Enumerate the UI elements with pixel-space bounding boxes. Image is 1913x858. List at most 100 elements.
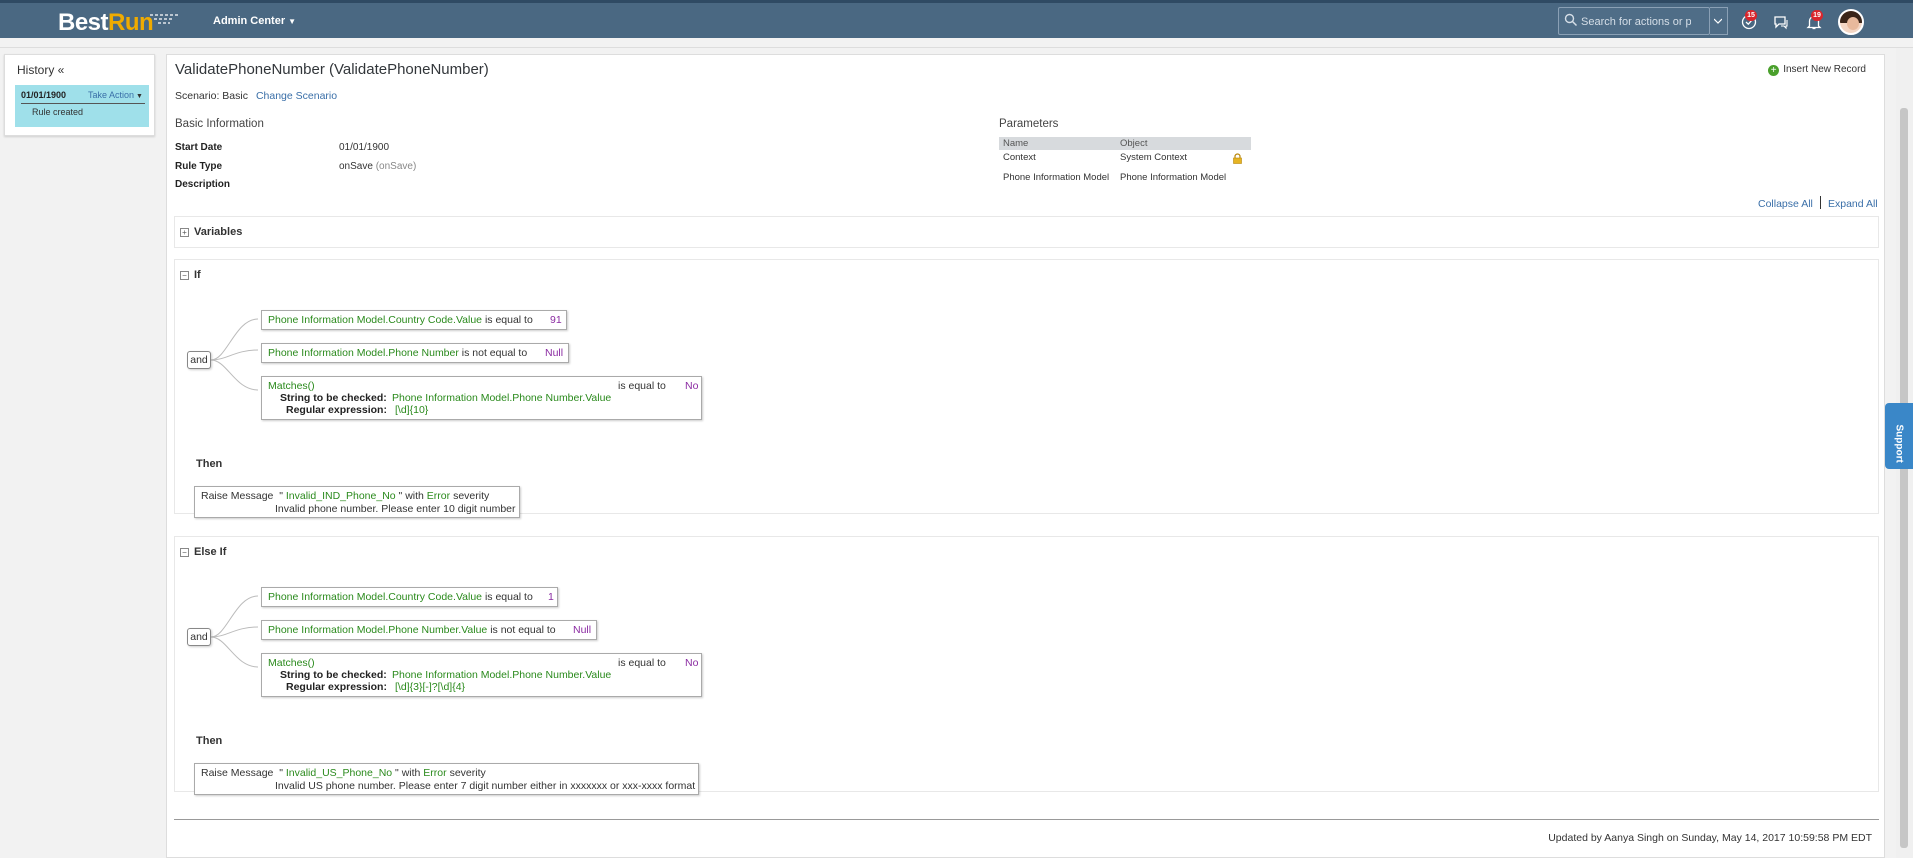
col-object-header: Object bbox=[1120, 138, 1148, 149]
collapse-all-link[interactable]: Collapse All bbox=[1758, 198, 1813, 210]
else-if-panel: − Else If and Phone Information Model.Cou… bbox=[174, 536, 1879, 795]
regex-label: Regular expression: bbox=[286, 681, 387, 693]
history-title[interactable]: History « bbox=[17, 63, 64, 77]
raise-message-action[interactable]: Raise Message " Invalid_US_Phone_No " wi… bbox=[194, 763, 699, 795]
chevron-down-icon: ▼ bbox=[134, 93, 143, 100]
module-switcher[interactable]: Admin Center ▼ bbox=[213, 15, 296, 27]
param-object: System Context bbox=[1120, 152, 1188, 163]
table-row: Phone Information Model Phone Informatio… bbox=[999, 170, 1251, 190]
user-avatar[interactable] bbox=[1838, 9, 1864, 35]
start-date-label: Start Date bbox=[175, 142, 223, 153]
message-id: Invalid_US_Phone_No bbox=[285, 767, 393, 779]
severity: Error bbox=[423, 767, 447, 779]
take-action-menu[interactable]: Take Action ▼ bbox=[88, 90, 143, 100]
and-operator[interactable]: and bbox=[187, 628, 211, 646]
condition-value: 91 bbox=[550, 314, 562, 326]
search-placeholder: Search for actions or peo... bbox=[1581, 16, 1691, 28]
plus-circle-icon: + bbox=[1768, 65, 1780, 76]
matches-condition[interactable]: Matches() is equal to No String to be ch… bbox=[261, 653, 702, 697]
regex-value: [\d]{10} bbox=[395, 404, 429, 416]
string-to-check-label: String to be checked: bbox=[280, 392, 387, 404]
variables-toggle[interactable]: + Variables bbox=[180, 226, 242, 238]
variables-panel: + Variables bbox=[174, 216, 1879, 248]
insert-new-record-label: Insert New Record bbox=[1783, 64, 1866, 75]
history-panel: History « 01/01/1900 Take Action ▼ Rule … bbox=[4, 54, 155, 136]
condition-row[interactable]: Phone Information Model.Phone Number is … bbox=[261, 343, 569, 363]
message-id: Invalid_IND_Phone_No bbox=[285, 490, 396, 502]
matches-operator: is equal to bbox=[618, 380, 666, 392]
chevron-down-icon bbox=[1714, 18, 1722, 24]
condition-value: Null bbox=[545, 347, 564, 359]
message-text: Invalid phone number. Please enter 10 di… bbox=[275, 503, 516, 515]
quote-close-with: " with bbox=[398, 490, 424, 502]
last-updated-text: Updated by Aanya Singh on Sunday, May 14… bbox=[1548, 832, 1872, 844]
quote-close-with: " with bbox=[395, 767, 421, 779]
notification-count-badge: 19 bbox=[1811, 10, 1823, 21]
logo-best: Best bbox=[58, 9, 109, 36]
logo-run: Run bbox=[108, 9, 154, 36]
condition-connector-lines bbox=[210, 595, 259, 668]
then-label: Then bbox=[196, 458, 223, 470]
message-text: Invalid US phone number. Please enter 7 … bbox=[275, 780, 696, 792]
parameters-table: Name Object Context System Context Phone… bbox=[999, 137, 1251, 190]
rule-type-label: Rule Type bbox=[175, 161, 223, 172]
condition-row[interactable]: Phone Information Model.Country Code.Val… bbox=[261, 310, 567, 330]
condition-row[interactable]: Phone Information Model.Country Code.Val… bbox=[261, 587, 558, 607]
condition-value: 1 bbox=[548, 591, 554, 603]
string-to-check-value: Phone Information Model.Phone Number.Val… bbox=[392, 392, 612, 404]
expand-all-link[interactable]: Expand All bbox=[1828, 198, 1878, 210]
header-subbar bbox=[0, 38, 1913, 48]
feedback-icon[interactable] bbox=[1772, 13, 1790, 31]
condition-connector-lines bbox=[210, 318, 259, 391]
support-tab[interactable]: Support bbox=[1885, 403, 1913, 469]
severity: Error bbox=[426, 490, 451, 502]
parameters-heading: Parameters bbox=[999, 118, 1059, 130]
description-label: Description bbox=[175, 179, 231, 190]
change-scenario-link[interactable]: Change Scenario bbox=[256, 90, 337, 102]
regex-value: [\d]{3}[-]?[\d]{4} bbox=[395, 681, 466, 693]
expand-plus-icon: + bbox=[180, 228, 189, 237]
module-name: Admin Center bbox=[213, 15, 286, 27]
rule-type-text: onSave bbox=[339, 161, 373, 172]
matches-value: No bbox=[685, 380, 699, 392]
string-to-check-label: String to be checked: bbox=[280, 669, 387, 681]
matches-function: Matches() bbox=[268, 380, 315, 392]
scrollbar-thumb[interactable] bbox=[1900, 108, 1908, 848]
param-name: Context bbox=[1003, 152, 1036, 163]
logo-speed-lines-icon bbox=[150, 14, 178, 24]
matches-condition[interactable]: Matches() is equal to No String to be ch… bbox=[261, 376, 702, 420]
take-action-label: Take Action bbox=[88, 90, 135, 100]
raise-prefix: Raise Message bbox=[201, 490, 274, 502]
condition-field: Phone Information Model.Country Code.Val… bbox=[268, 314, 483, 326]
condition-operator: is not equal to bbox=[461, 347, 528, 359]
basic-info-heading: Basic Information bbox=[175, 118, 264, 130]
support-label: Support bbox=[1893, 424, 1905, 463]
severity-suffix: severity bbox=[449, 767, 486, 779]
condition-operator: is equal to bbox=[484, 591, 533, 603]
company-logo[interactable]: BestRun bbox=[58, 9, 154, 37]
param-object: Phone Information Model bbox=[1120, 172, 1227, 183]
avatar-face bbox=[1847, 17, 1859, 30]
condition-field: Phone Information Model.Country Code.Val… bbox=[268, 591, 483, 603]
divider bbox=[21, 103, 145, 104]
rule-type-value: onSave (onSave) bbox=[339, 161, 416, 172]
and-operator[interactable]: and bbox=[187, 351, 211, 369]
param-name: Phone Information Model bbox=[1003, 172, 1110, 183]
regex-label: Regular expression: bbox=[286, 404, 387, 416]
page-title: ValidatePhoneNumber (ValidatePhoneNumber… bbox=[175, 61, 489, 78]
search-input[interactable]: Search for actions or peo... bbox=[1558, 7, 1710, 35]
raise-prefix: Raise Message bbox=[201, 767, 274, 779]
search-scope-dropdown[interactable] bbox=[1710, 7, 1728, 35]
rule-type-paren: (onSave) bbox=[375, 161, 417, 172]
string-to-check-value: Phone Information Model.Phone Number.Val… bbox=[392, 669, 612, 681]
condition-operator: is not equal to bbox=[490, 624, 556, 636]
table-row: Context System Context bbox=[999, 150, 1251, 170]
history-date: 01/01/1900 bbox=[21, 90, 67, 100]
condition-row[interactable]: Phone Information Model.Phone Number.Val… bbox=[261, 620, 597, 640]
scenario-label: Scenario: Basic bbox=[175, 90, 248, 102]
matches-function: Matches() bbox=[268, 657, 315, 669]
insert-new-record-button[interactable]: + Insert New Record bbox=[1768, 64, 1866, 76]
raise-message-action[interactable]: Raise Message " Invalid_IND_Phone_No " w… bbox=[194, 486, 520, 518]
then-label: Then bbox=[196, 735, 223, 747]
history-entry[interactable]: 01/01/1900 Take Action ▼ Rule created bbox=[15, 85, 149, 127]
